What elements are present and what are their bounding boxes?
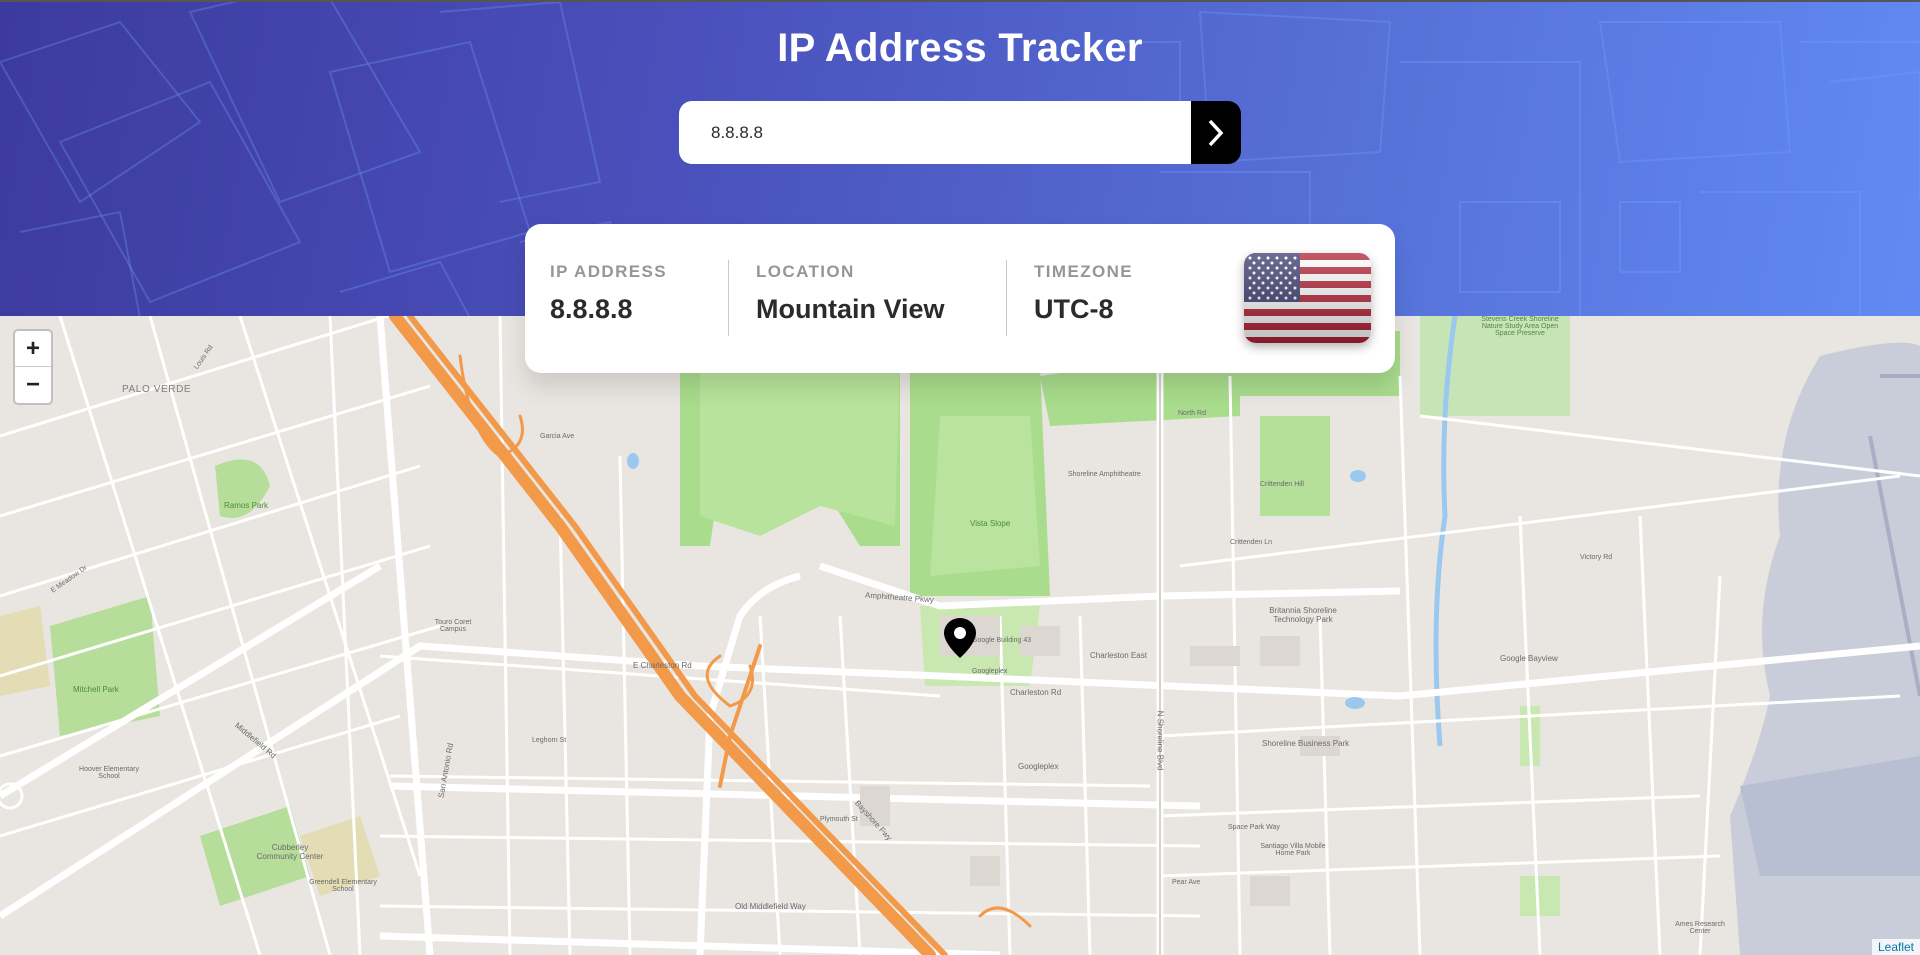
map-label: North Rd bbox=[1178, 410, 1207, 417]
page-title: IP Address Tracker bbox=[777, 26, 1143, 70]
map-label: Garcia Ave bbox=[540, 433, 575, 440]
location-label: LOCATION bbox=[756, 262, 855, 281]
ip-info-card: IP ADDRESS 8.8.8.8 LOCATION Mountain Vie… bbox=[525, 224, 1395, 373]
map-label: Cubberley Community Center bbox=[256, 843, 324, 861]
map-label: Stevens Creek Shoreline Nature Study Are… bbox=[1481, 316, 1559, 337]
divider bbox=[728, 260, 729, 336]
ip-search-form bbox=[679, 101, 1241, 164]
ip-address-label: IP ADDRESS bbox=[550, 262, 667, 281]
map-label: Old Middlefield Way bbox=[735, 902, 806, 911]
location-value: Mountain View bbox=[756, 294, 945, 324]
map-label: Shoreline Amphitheatre bbox=[1068, 471, 1141, 478]
map-label: Charleston East bbox=[1090, 651, 1147, 660]
map-label: Hoover Elementary School bbox=[79, 766, 139, 780]
us-flag-icon bbox=[1244, 253, 1371, 343]
ip-address-stat: IP ADDRESS 8.8.8.8 bbox=[550, 262, 667, 325]
map-label: Ramos Park bbox=[224, 501, 269, 510]
map-label: Crittenden Ln bbox=[1230, 539, 1273, 546]
map-label: N Shoreline Blvd bbox=[1155, 710, 1165, 771]
timezone-value: UTC-8 bbox=[1034, 294, 1114, 324]
map-label: Santiago Villa Mobile Home Park bbox=[1260, 843, 1326, 857]
timezone-stat: TIMEZONE UTC-8 bbox=[1034, 262, 1133, 325]
map-label: Google Bayview bbox=[1500, 654, 1558, 663]
chevron-right-icon bbox=[1208, 119, 1224, 146]
map-attribution-link[interactable]: Leaflet bbox=[1871, 939, 1920, 955]
zoom-in-button[interactable]: + bbox=[15, 331, 51, 367]
location-stat: LOCATION Mountain View bbox=[756, 262, 945, 325]
map-label: Pear Ave bbox=[1172, 879, 1201, 886]
map-zoom-control: + − bbox=[13, 329, 53, 405]
map-label: Charleston Rd bbox=[1010, 688, 1062, 697]
location-pin-icon[interactable] bbox=[943, 617, 977, 664]
map-label: PALO VERDE bbox=[122, 384, 192, 395]
zoom-out-button[interactable]: − bbox=[15, 367, 51, 403]
map-label: Britannia Shoreline Technology Park bbox=[1269, 606, 1337, 624]
map-label: Crittenden Hill bbox=[1260, 481, 1304, 488]
map-label: Plymouth St bbox=[820, 816, 858, 823]
search-submit-button[interactable] bbox=[1191, 101, 1241, 164]
map-label: Leghorn St bbox=[532, 737, 567, 744]
map-label: E Charleston Rd bbox=[633, 661, 692, 670]
map-label: Google Building 43 bbox=[972, 637, 1032, 644]
ip-search-input[interactable] bbox=[679, 101, 1191, 164]
timezone-label: TIMEZONE bbox=[1034, 262, 1134, 281]
map-label: Greendell Elementary School bbox=[309, 879, 377, 893]
map-label: Shoreline Business Park bbox=[1262, 739, 1350, 748]
map-label: Googleplex bbox=[1018, 762, 1059, 771]
map-label: Touro Coret Campus bbox=[434, 619, 472, 633]
map-label: Space Park Way bbox=[1228, 824, 1280, 831]
map-label: Vista Slope bbox=[970, 519, 1011, 528]
map-label: Ames Research Center bbox=[1675, 921, 1725, 935]
map-label: Googleplex bbox=[972, 668, 1008, 675]
ip-address-value: 8.8.8.8 bbox=[550, 294, 633, 324]
divider bbox=[1006, 260, 1007, 336]
map-label: Victory Rd bbox=[1580, 554, 1613, 561]
map-label: Mitchell Park bbox=[73, 685, 119, 694]
